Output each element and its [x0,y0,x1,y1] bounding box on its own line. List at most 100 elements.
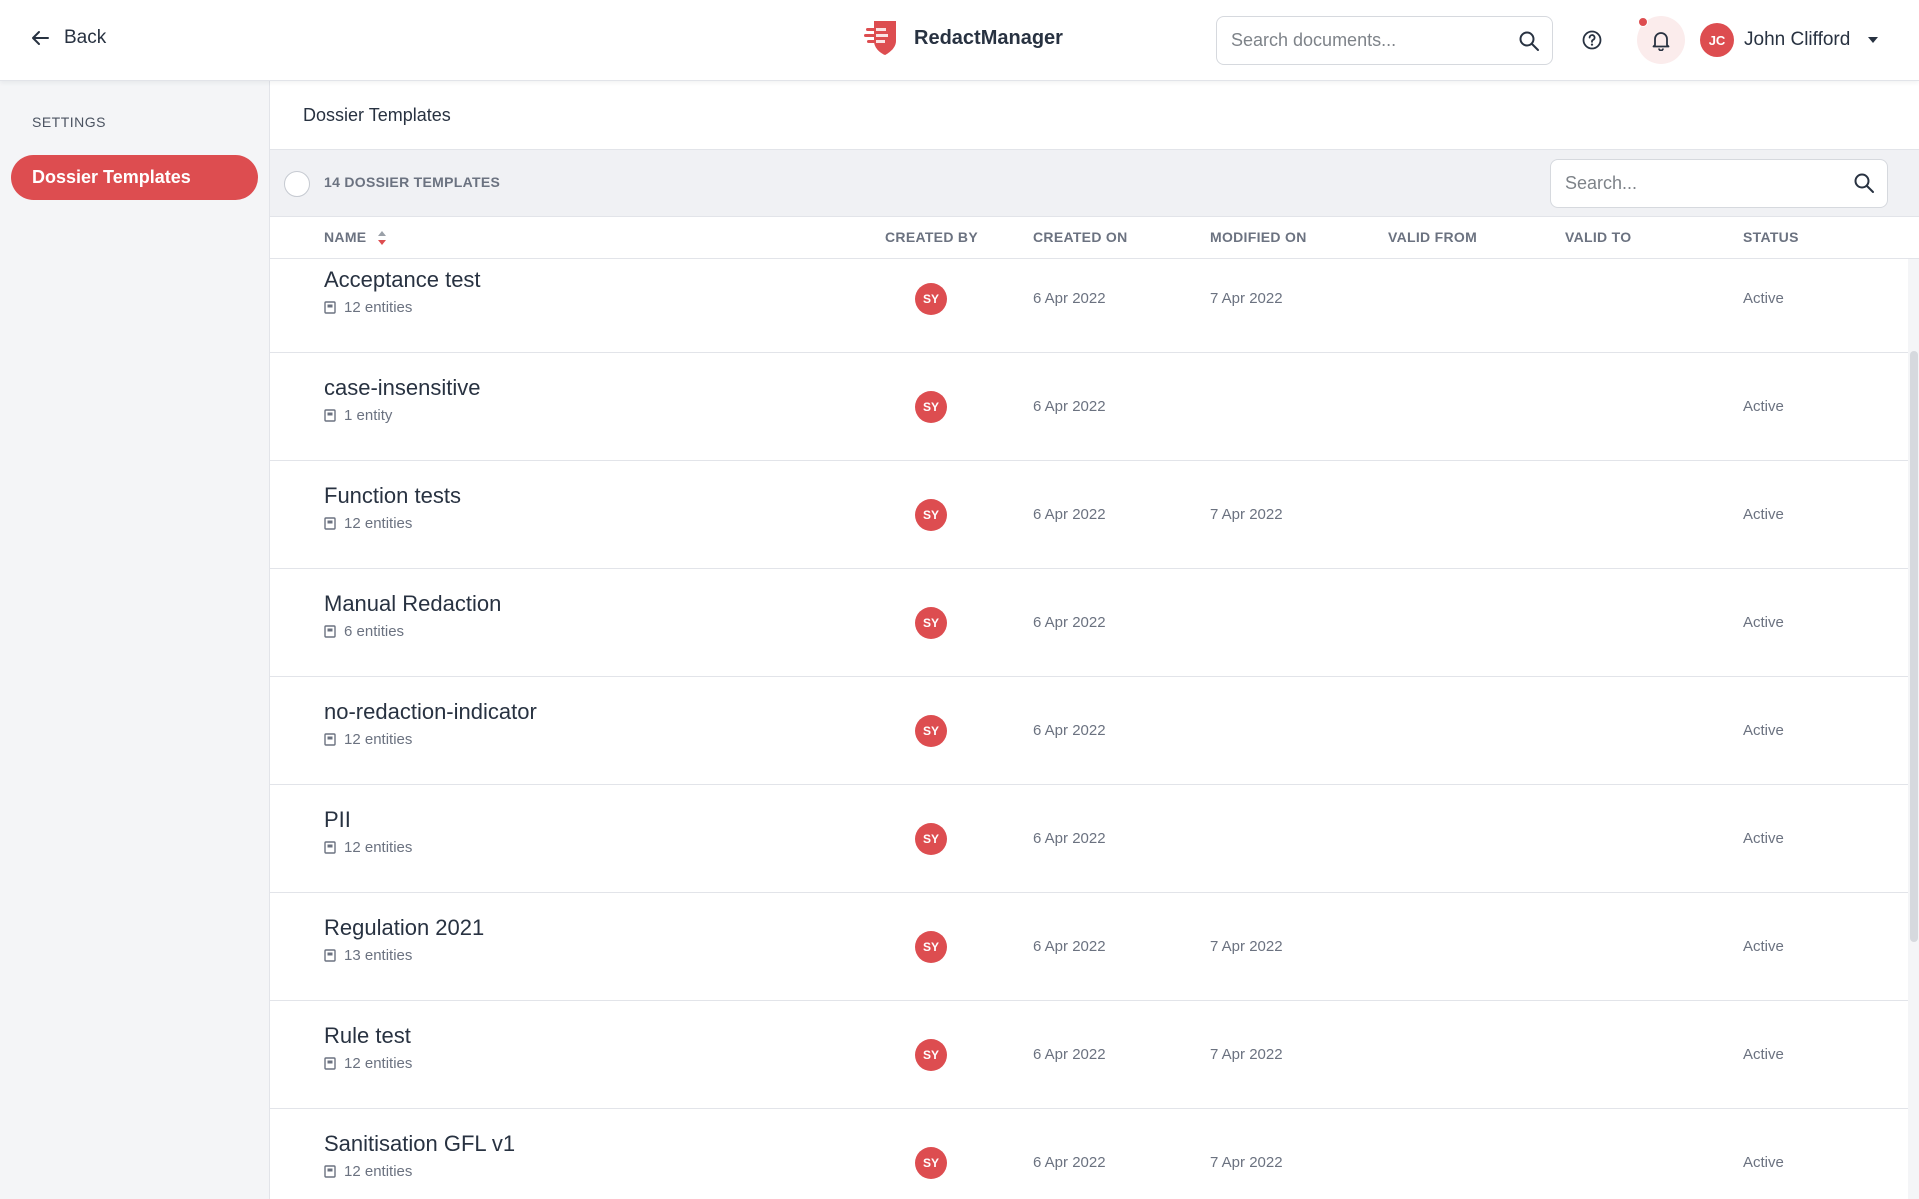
template-name: Rule test [324,1023,411,1048]
search-icon[interactable] [1518,30,1540,52]
table-body: Acceptance test 12 entities SY 6 Apr 2022 7 … [270,259,1908,1199]
entity-count-label: 6 entities [344,623,405,640]
status-badge: Active [1743,1046,1784,1063]
notification-badge [1638,17,1648,27]
bell-icon [1652,32,1670,51]
status-badge: Active [1743,722,1784,739]
entity-count: 1 entity [324,407,392,424]
table-row[interactable]: Function tests 12 entities SY 6 Apr 2022 7 A… [270,461,1908,569]
entity-icon [324,409,336,422]
table-header: NAME CREATED BY CREATED ON MODIFIED ON V… [270,217,1919,259]
entity-count: 12 entities [324,731,412,748]
table-row[interactable]: case-insensitive 1 entity SY 6 Apr 2022 Acti… [270,353,1908,461]
status-badge: Active [1743,830,1784,847]
created-on: 6 Apr 2022 [1033,938,1106,955]
redact-logo-icon [864,21,896,55]
avatar: SY [915,283,947,315]
table-row[interactable]: Rule test 12 entities SY 6 Apr 2022 7 Apr 20… [270,1001,1908,1109]
table-search-input[interactable] [1565,160,1845,207]
avatar: SY [915,1039,947,1071]
table-search [1550,159,1888,208]
entity-icon [324,841,336,854]
table-row[interactable]: Regulation 2021 13 entities SY 6 Apr 2022 7 … [270,893,1908,1001]
entity-icon [324,517,336,530]
select-all-checkbox[interactable] [284,171,310,197]
back-button[interactable]: Back [30,27,106,49]
chevron-down-icon [1868,37,1879,43]
template-name: no-redaction-indicator [324,699,537,724]
avatar: SY [915,607,947,639]
status-badge: Active [1743,398,1784,415]
column-created-on[interactable]: CREATED ON [1033,229,1128,245]
help-icon[interactable] [1580,28,1604,52]
created-on: 6 Apr 2022 [1033,614,1106,631]
avatar: SY [915,499,947,531]
user-menu[interactable]: JC John Clifford [1700,23,1879,57]
entity-icon [324,949,336,962]
avatar: SY [915,715,947,747]
main-content: Dossier Templates 14 DOSSIER TEMPLATES N… [270,81,1919,1199]
global-search [1216,16,1553,65]
top-bar: Back RedactManager JC John Clifford [0,0,1919,81]
entity-icon [324,301,336,314]
entity-count: 12 entities [324,839,412,856]
sidebar-section-title: SETTINGS [32,114,107,130]
created-on: 6 Apr 2022 [1033,398,1106,415]
entity-count-label: 12 entities [344,1055,413,1072]
sort-icon [377,231,386,246]
entity-count-label: 12 entities [344,299,413,316]
table-row[interactable]: PII 12 entities SY 6 Apr 2022 Active [270,785,1908,893]
sidebar-item-dossier-templates[interactable]: Dossier Templates [11,155,258,200]
scrollbar[interactable] [1908,259,1919,1199]
entity-count-label: 12 entities [344,839,413,856]
brand: RedactManager [862,18,1063,58]
entity-count-label: 1 entity [344,407,393,424]
table-row[interactable]: no-redaction-indicator 12 entities SY 6 Apr… [270,677,1908,785]
created-on: 6 Apr 2022 [1033,290,1106,307]
template-name: Regulation 2021 [324,915,485,940]
entity-count: 12 entities [324,299,412,316]
back-label: Back [64,27,107,48]
table-row[interactable]: Acceptance test 12 entities SY 6 Apr 2022 7 … [270,259,1908,353]
column-modified-on[interactable]: MODIFIED ON [1210,229,1307,245]
status-badge: Active [1743,1154,1784,1171]
status-badge: Active [1743,614,1784,631]
template-name: case-insensitive [324,375,481,400]
created-on: 6 Apr 2022 [1033,1046,1106,1063]
column-valid-from[interactable]: VALID FROM [1388,229,1477,245]
arrow-left-icon [32,31,49,45]
created-on: 6 Apr 2022 [1033,1154,1106,1171]
entity-count: 6 entities [324,623,404,640]
column-created-by[interactable]: CREATED BY [885,229,978,245]
avatar: SY [915,823,947,855]
column-name[interactable]: NAME [324,229,387,246]
entity-icon [324,1057,336,1070]
table-row[interactable]: Sanitisation GFL v1 12 entities SY 6 Apr 20… [270,1109,1908,1199]
modified-on: 7 Apr 2022 [1210,1154,1283,1171]
created-on: 6 Apr 2022 [1033,722,1106,739]
scrollbar-thumb[interactable] [1910,351,1918,942]
entity-count-label: 12 entities [344,1163,413,1180]
column-name-label: NAME [324,229,367,245]
table-row[interactable]: Manual Redaction 6 entities SY 6 Apr 2022 Ac… [270,569,1908,677]
entity-count: 12 entities [324,1055,412,1072]
sidebar: SETTINGS Dossier Templates [0,81,270,1199]
entity-count-label: 12 entities [344,731,413,748]
entity-count-label: 13 entities [344,947,413,964]
brand-name: RedactManager [914,26,1063,49]
avatar: SY [915,931,947,963]
column-valid-to[interactable]: VALID TO [1565,229,1631,245]
status-badge: Active [1743,506,1784,523]
avatar: JC [1700,23,1734,57]
global-search-input[interactable] [1231,17,1511,64]
template-count: 14 DOSSIER TEMPLATES [324,174,501,190]
column-status[interactable]: STATUS [1743,229,1799,245]
modified-on: 7 Apr 2022 [1210,938,1283,955]
search-icon[interactable] [1853,172,1875,194]
entity-count: 12 entities [324,1163,412,1180]
template-name: Sanitisation GFL v1 [324,1131,516,1156]
entity-icon [324,1165,336,1178]
table-toolbar: 14 DOSSIER TEMPLATES [270,149,1919,217]
avatar: SY [915,1147,947,1179]
status-badge: Active [1743,290,1784,307]
